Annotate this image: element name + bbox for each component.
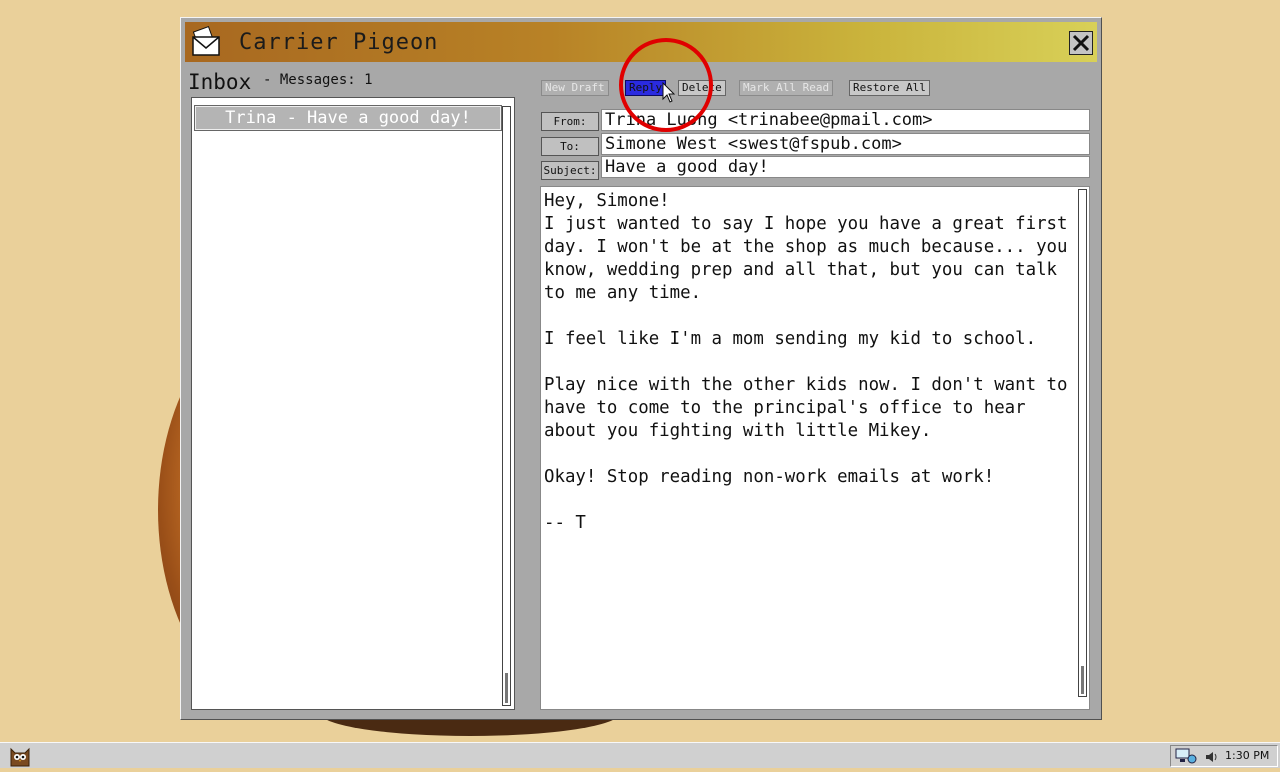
new-draft-button[interactable]: New Draft [541,80,609,96]
delete-button[interactable]: Delete [678,80,726,96]
network-icon[interactable] [1175,748,1197,764]
subject-field[interactable]: Have a good day! [601,156,1090,178]
subject-label[interactable]: Subject: [541,161,599,180]
scrollbar-thumb[interactable] [1081,666,1084,694]
title-bar[interactable]: Carrier Pigeon [185,22,1097,62]
owl-icon[interactable] [8,746,32,768]
scrollbar-thumb[interactable] [505,673,508,703]
message-body-text: Hey, Simone! I just wanted to say I hope… [544,191,1068,533]
restore-all-button[interactable]: Restore All [849,80,930,96]
clock[interactable]: 1:30 PM [1225,748,1269,764]
mark-all-read-button[interactable]: Mark All Read [739,80,834,96]
system-tray: 1:30 PM [1170,745,1278,767]
mail-window: Carrier Pigeon Inbox - Messages: 1 Trina… [180,17,1102,720]
close-icon[interactable] [1069,31,1093,55]
taskbar: 1:30 PM [0,742,1280,768]
message-count: - Messages: 1 [263,72,373,88]
volume-icon[interactable] [1205,749,1219,763]
to-field[interactable]: Simone West <swest@fspub.com> [601,133,1090,155]
from-label[interactable]: From: [541,112,599,131]
reply-button[interactable]: Reply [625,80,667,96]
body-scrollbar[interactable] [1078,189,1087,697]
window-title: Carrier Pigeon [239,30,439,55]
list-item[interactable]: Trina - Have a good day! [194,105,502,131]
inbox-scrollbar[interactable] [502,106,511,706]
to-label[interactable]: To: [541,137,599,156]
envelope-icon [191,25,221,57]
inbox-list: Trina - Have a good day! [191,97,515,710]
from-field[interactable]: Trina Luong <trinabee@pmail.com> [601,109,1090,131]
message-body[interactable]: Hey, Simone! I just wanted to say I hope… [540,186,1090,710]
inbox-heading: Inbox [188,70,252,94]
